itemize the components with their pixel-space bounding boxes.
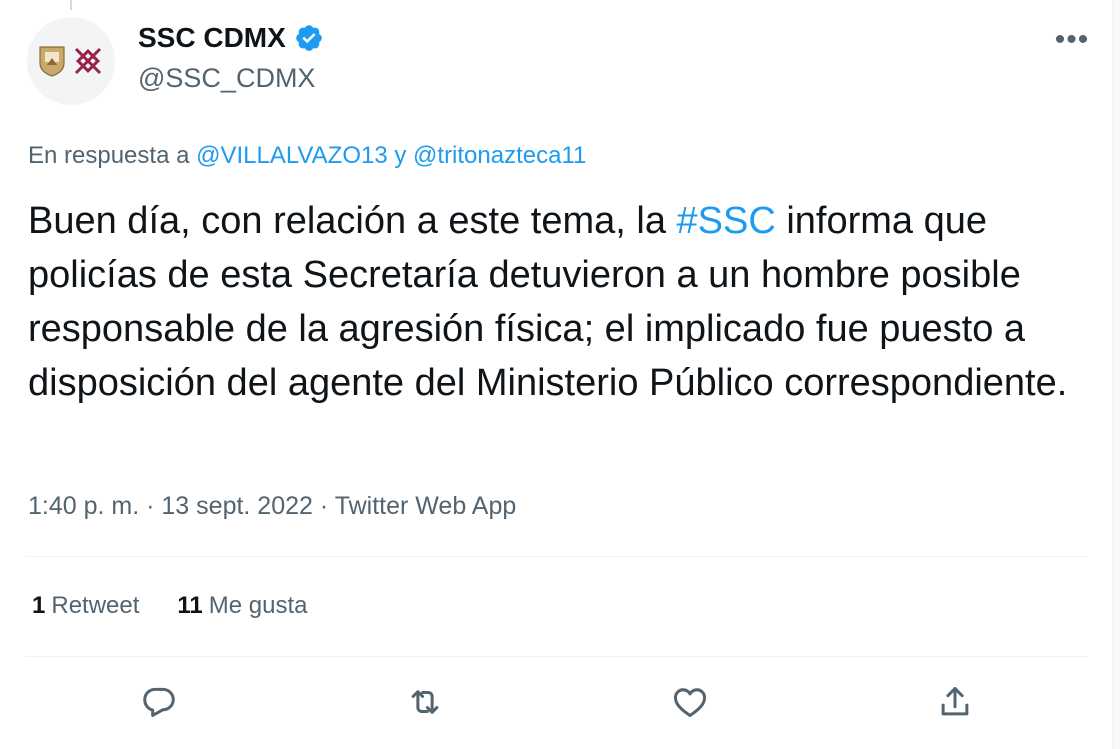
tweet-meta: 1:40 p. m. · 13 sept. 2022 · Twitter Web…	[28, 492, 516, 521]
meta-separator: ·	[319, 492, 329, 520]
likes-stat[interactable]: 11 Me gusta	[177, 592, 307, 620]
coat-of-arms-icon	[39, 46, 65, 77]
share-button[interactable]	[931, 678, 979, 726]
retweets-count: 1	[32, 592, 46, 619]
tweet-date[interactable]: 13 sept. 2022	[161, 492, 313, 520]
avatar[interactable]	[27, 17, 115, 105]
tweet-actions	[0, 678, 1120, 726]
thread-connector-line	[70, 0, 72, 10]
retweet-icon	[411, 690, 439, 714]
author-name-row[interactable]: SSC CDMX	[138, 22, 324, 54]
more-options-button[interactable]: •••	[1050, 22, 1094, 58]
likes-count: 11	[177, 592, 203, 619]
cdmx-logo-icon	[74, 47, 102, 75]
hashtag-link[interactable]: #SSC	[677, 200, 776, 242]
reply-context-joiner: y	[394, 142, 407, 169]
retweets-label: Retweet	[51, 592, 140, 619]
verified-badge-icon	[295, 25, 322, 51]
tweet-stats: 1 Retweet 11 Me gusta	[32, 592, 308, 620]
tweet-text: Buen día, con relación a este tema, la #…	[28, 194, 1098, 410]
tweet-text-part: Buen día, con relación a este tema, la	[28, 200, 677, 242]
like-button[interactable]	[666, 678, 714, 726]
divider	[26, 556, 1088, 557]
mention-link[interactable]: @tritonazteca11	[413, 142, 586, 169]
reply-context: En respuesta a @VILLALVAZO13 y @tritonaz…	[28, 142, 586, 170]
reply-icon	[143, 687, 175, 717]
reply-button[interactable]	[135, 678, 183, 726]
retweets-stat[interactable]: 1 Retweet	[32, 592, 139, 620]
mention-link[interactable]: @VILLALVAZO13	[196, 142, 388, 169]
author-handle[interactable]: @SSC_CDMX	[138, 63, 315, 94]
author-display-name[interactable]: SSC CDMX	[138, 22, 286, 54]
share-icon	[941, 687, 969, 716]
tweet-time[interactable]: 1:40 p. m.	[28, 492, 139, 520]
retweet-button[interactable]	[401, 678, 449, 726]
tweet-detail: SSC CDMX @SSC_CDMX ••• En respuesta a @V…	[0, 0, 1120, 749]
scrollbar-track[interactable]	[1112, 0, 1120, 749]
reply-context-prefix: En respuesta a	[28, 142, 190, 169]
tweet-source[interactable]: Twitter Web App	[335, 492, 517, 520]
likes-label: Me gusta	[208, 592, 308, 619]
divider	[26, 656, 1088, 657]
like-icon	[673, 688, 707, 717]
meta-separator: ·	[146, 492, 155, 520]
